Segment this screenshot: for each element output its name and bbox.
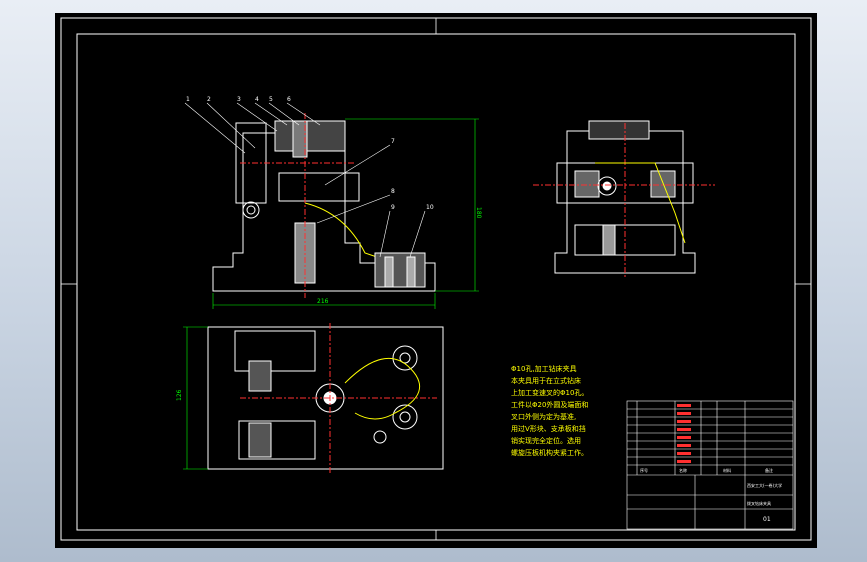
- dimension-plan-text: 126: [176, 389, 183, 401]
- dimension-height-text: 180: [475, 207, 482, 219]
- part-label: 4: [255, 96, 259, 103]
- table-header-cell: 材料: [723, 467, 731, 473]
- description-line: 销实现完全定位。选用: [511, 437, 581, 445]
- frame-center-marks: [61, 18, 811, 540]
- table-header-cell: 备注: [765, 467, 773, 473]
- part-label: 5: [269, 96, 273, 103]
- description-note: Φ10孔,加工钻床夹具 本夹具用于在立式钻床 上加工变速叉的Φ10孔。 工件以Φ…: [511, 363, 588, 459]
- part-label: 8: [391, 188, 395, 195]
- part-label: 2: [207, 96, 211, 103]
- description-line: Φ10孔,加工钻床夹具: [511, 365, 577, 373]
- description-line: 螺旋压板机构夹紧工作。: [511, 449, 588, 457]
- dimension-width-text: 216: [317, 298, 329, 305]
- title-block: 序号 名称 材料 备注 西安工大(一卷)大学 拨叉钻床夹具 01: [626, 400, 794, 530]
- title-block-rows: [677, 404, 691, 463]
- school-name: 西安工大(一卷)大学: [747, 482, 782, 488]
- inner-frame: [76, 33, 796, 531]
- description-line: 本夹具用于在立式钻床: [511, 377, 581, 385]
- title-block-grid: [627, 401, 793, 529]
- drawing-name: 拨叉钻床夹具: [747, 500, 771, 506]
- plan-dimensions: [183, 326, 208, 470]
- part-label: 6: [287, 96, 291, 103]
- part-label: 1: [186, 96, 190, 103]
- cad-drawing-canvas: 1 2 3 4 5 6 7 8 9 10 216 180 126 序号 名称 材…: [60, 17, 812, 541]
- outer-frame: [60, 17, 812, 541]
- description-line: 用过V形块、支承板和挡: [511, 425, 586, 433]
- plan-view: [207, 323, 444, 473]
- cad-drawing-viewport[interactable]: 1 2 3 4 5 6 7 8 9 10 216 180 126 序号 名称 材…: [55, 13, 817, 548]
- part-label: 3: [237, 96, 241, 103]
- drawing-number: 01: [763, 516, 771, 523]
- description-line: 叉口外侧为定为基准,: [511, 413, 577, 421]
- description-line: 工件以Φ20外圆及端面和: [511, 401, 589, 409]
- table-header-cell: 序号: [640, 467, 648, 473]
- part-number-labels: 1 2 3 4 5 6 7 8 9 10: [186, 96, 434, 211]
- front-view: [184, 102, 436, 298]
- part-label: 9: [391, 204, 395, 211]
- side-view: [533, 120, 715, 278]
- part-label: 10: [426, 204, 434, 211]
- table-header-cell: 名称: [679, 467, 687, 473]
- description-line: 上加工变速叉的Φ10孔。: [511, 389, 589, 397]
- part-label: 7: [391, 138, 395, 145]
